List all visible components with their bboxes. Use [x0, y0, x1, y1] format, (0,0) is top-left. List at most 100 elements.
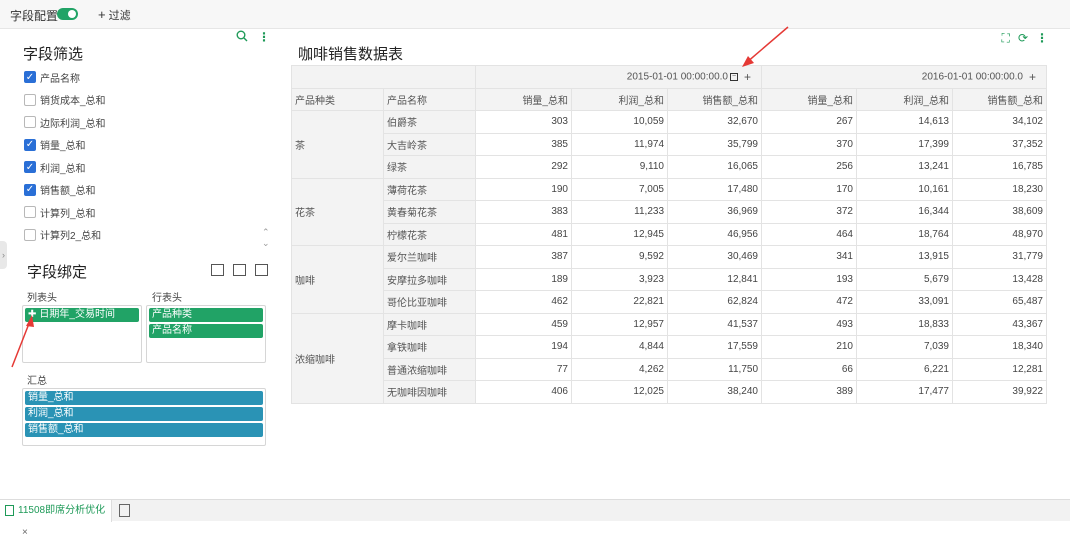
column-header[interactable]: 利润_总和 — [571, 87, 668, 111]
value-cell: 406 — [475, 380, 572, 404]
refresh-icon[interactable]: ⟳ — [1018, 31, 1028, 46]
new-doc-icon[interactable] — [119, 504, 130, 517]
field-item[interactable]: 销货成本_总和 — [24, 89, 264, 112]
expand-icon[interactable]: ✚ — [28, 308, 36, 322]
field-checkbox[interactable] — [24, 93, 36, 106]
row-header-dropzone[interactable]: 产品种类 产品名称 — [146, 305, 266, 363]
scroll-arrows-icon[interactable]: ⌃ ⌄ — [262, 227, 270, 249]
value-cell: 190 — [475, 177, 572, 201]
field-item[interactable]: ✓ 销量_总和 — [24, 134, 264, 157]
column-header[interactable]: 销售额_总和 — [952, 87, 1047, 111]
bound-field-chip[interactable]: 销量_总和 — [25, 391, 263, 405]
bound-field-chip[interactable]: 产品名称 — [149, 324, 263, 338]
fullscreen-icon[interactable]: ⛶ — [1002, 31, 1010, 46]
column-header[interactable]: 产品种类 — [291, 87, 384, 111]
more-icon[interactable]: ⋮ — [258, 30, 270, 44]
field-config-label: 字段配置 — [10, 9, 59, 23]
value-cell: 16,065 — [667, 155, 762, 179]
value-cell: 41,537 — [667, 312, 762, 336]
value-cell: 48,970 — [952, 222, 1047, 246]
value-cell: 16,344 — [856, 200, 953, 224]
value-cell: 43,367 — [952, 312, 1047, 336]
value-cell: 9,592 — [571, 245, 668, 269]
value-cell: 18,340 — [952, 335, 1047, 359]
field-checkbox[interactable]: ✓ — [24, 161, 36, 174]
col-header-dropzone[interactable]: ✚ 日期年_交易时间 — [22, 305, 142, 363]
expand-plus-icon[interactable]: + — [1029, 70, 1036, 84]
value-cell: 193 — [761, 267, 857, 291]
bound-field-chip[interactable]: 利润_总和 — [25, 407, 263, 421]
field-label: 产品名称 — [40, 73, 80, 85]
product-cell: 无咖啡因咖啡 — [383, 380, 476, 404]
column-header[interactable]: 产品名称 — [383, 87, 476, 111]
bound-field-chip[interactable]: 销售额_总和 — [25, 423, 263, 437]
product-cell: 安摩拉多咖啡 — [383, 267, 476, 291]
value-cell: 383 — [475, 200, 572, 224]
field-item[interactable]: 计算列_总和 — [24, 201, 264, 224]
summary-label: 汇总 — [27, 376, 47, 387]
col-header-label: 列表头 — [27, 293, 57, 304]
pivot-swap-icon[interactable] — [233, 264, 246, 276]
field-item[interactable]: ✓ 销售额_总和 — [24, 179, 264, 202]
product-cell: 绿茶 — [383, 155, 476, 179]
category-cell: 茶 — [291, 110, 384, 179]
field-checkbox[interactable]: ✓ — [24, 71, 36, 84]
value-cell: 34,102 — [952, 110, 1047, 134]
table-row: 绿茶 292 9,110 16,065 256 13,241 16,785 — [292, 155, 1047, 179]
table-row: 大吉岭茶 385 11,974 35,799 370 17,399 37,352 — [292, 132, 1047, 156]
date-header: 2015-01-01 00:00:00.0− + — [475, 65, 762, 89]
column-header[interactable]: 销量_总和 — [475, 87, 572, 111]
table-row: 无咖啡因咖啡 406 12,025 38,240 389 17,477 39,922 — [292, 380, 1047, 404]
value-cell: 194 — [475, 335, 572, 359]
top-toolbar: 字段配置 + 过滤 — [0, 0, 1070, 29]
grid-view-icon[interactable] — [255, 264, 268, 276]
expand-plus-icon[interactable]: + — [744, 70, 751, 84]
value-cell: 17,559 — [667, 335, 762, 359]
collapse-panel-icon[interactable]: › — [0, 241, 7, 269]
product-cell: 普通浓缩咖啡 — [383, 357, 476, 381]
close-icon[interactable]: × — [22, 527, 28, 538]
tab-report[interactable]: 11508即席分析优化 × — [0, 500, 112, 538]
value-cell: 39,922 — [952, 380, 1047, 404]
value-cell: 493 — [761, 312, 857, 336]
product-cell: 大吉岭茶 — [383, 132, 476, 156]
product-cell: 爱尔兰咖啡 — [383, 245, 476, 269]
field-filter-title: 字段筛选 — [23, 46, 84, 63]
summary-dropzone[interactable]: 销量_总和利润_总和销售额_总和 — [22, 388, 266, 446]
chip-label: 日期年_交易时间 — [39, 309, 115, 320]
value-cell: 292 — [475, 155, 572, 179]
value-cell: 18,230 — [952, 177, 1047, 201]
product-cell: 拿铁咖啡 — [383, 335, 476, 359]
field-checkbox[interactable]: ✓ — [24, 138, 36, 151]
value-cell: 46,956 — [667, 222, 762, 246]
category-cell: 花茶 — [291, 177, 384, 246]
bound-field-chip[interactable]: ✚ 日期年_交易时间 — [25, 308, 139, 322]
field-config-toggle[interactable] — [57, 8, 78, 20]
table-layout-icon[interactable] — [211, 264, 224, 276]
field-item[interactable]: 边际利润_总和 — [24, 111, 264, 134]
value-cell: 18,833 — [856, 312, 953, 336]
search-icon[interactable] — [236, 30, 248, 45]
pivot-table: 2015-01-01 00:00:00.0− +2016-01-01 00:00:… — [291, 65, 1047, 404]
table-row: 哥伦比亚咖啡 462 22,821 62,824 472 33,091 65,487 — [292, 290, 1047, 314]
more-icon[interactable]: ⋮ — [1036, 31, 1048, 46]
bound-field-chip[interactable]: 产品种类 — [149, 308, 263, 322]
value-cell: 14,613 — [856, 110, 953, 134]
field-checkbox[interactable] — [24, 116, 36, 129]
field-checkbox[interactable]: ✓ — [24, 183, 36, 196]
column-header[interactable]: 销量_总和 — [761, 87, 857, 111]
filter-button[interactable]: + 过滤 — [98, 7, 131, 23]
field-item[interactable]: ✓ 利润_总和 — [24, 156, 264, 179]
value-cell: 11,233 — [571, 200, 668, 224]
column-header[interactable]: 销售额_总和 — [667, 87, 762, 111]
collapse-icon[interactable]: − — [729, 72, 738, 81]
field-item[interactable]: 计算列2_总和 — [24, 224, 264, 247]
value-cell: 341 — [761, 245, 857, 269]
value-cell: 189 — [475, 267, 572, 291]
column-header[interactable]: 利润_总和 — [856, 87, 953, 111]
field-checkbox[interactable] — [24, 206, 36, 219]
table-row: 安摩拉多咖啡 189 3,923 12,841 193 5,679 13,428 — [292, 267, 1047, 291]
field-list: ✓ 产品名称销货成本_总和 边际利润_总和 ✓ 销量_总和 ✓ 利润_总和 ✓ 销售额_总和 计算… — [24, 66, 264, 246]
field-item[interactable]: ✓ 产品名称 — [24, 66, 264, 89]
field-checkbox[interactable] — [24, 228, 36, 241]
